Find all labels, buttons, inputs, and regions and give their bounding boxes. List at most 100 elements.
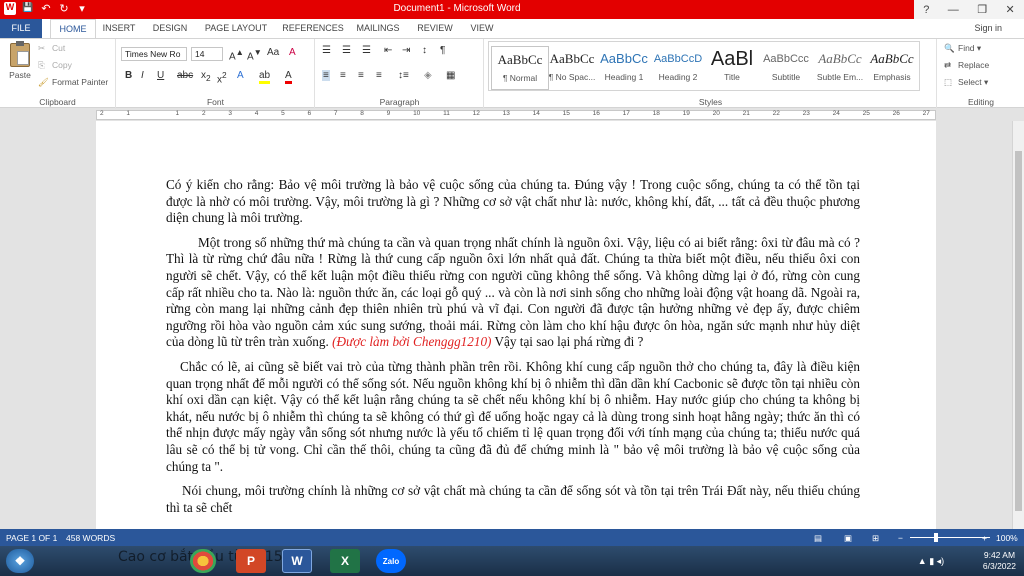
strikethrough-icon[interactable]: abc (177, 70, 193, 81)
web-layout-icon[interactable]: ⊞ (872, 533, 879, 544)
paragraph-1[interactable]: Có ý kiến cho rằng: Bảo vệ môi trường là… (166, 177, 860, 227)
print-layout-icon[interactable]: ▣ (844, 533, 852, 544)
italic-icon[interactable]: I (141, 70, 144, 81)
numbering-icon[interactable]: ☰ (342, 45, 351, 56)
replace-button[interactable]: ⇄ Replace (944, 60, 989, 71)
tab-home[interactable]: HOME (50, 19, 96, 38)
status-bar: PAGE 1 OF 1 458 WORDS ▤ ▣ ⊞ − + 100% (0, 529, 1024, 546)
zalo-icon[interactable]: Zalo (376, 549, 406, 573)
borders-icon[interactable]: ▦ (446, 70, 455, 81)
excel-icon[interactable]: X (330, 549, 360, 573)
scissors-icon: ✂ (38, 43, 46, 54)
sign-in-link[interactable]: Sign in (974, 23, 1002, 33)
start-button[interactable]: ❖ (6, 549, 34, 573)
change-case-icon[interactable]: Aa (267, 47, 279, 58)
font-group-label: Font (206, 97, 224, 107)
taskbar-clock[interactable]: 9:42 AM 6/3/2022 (983, 550, 1016, 572)
tab-review[interactable]: REVIEW (414, 19, 456, 38)
pilcrow-icon[interactable]: ¶ (440, 45, 445, 56)
multilevel-list-icon[interactable]: ☰ (362, 45, 371, 56)
font-size-box[interactable]: 14 (191, 47, 223, 61)
vertical-scrollbar[interactable] (1012, 121, 1024, 529)
tab-page-layout[interactable]: PAGE LAYOUT (200, 19, 272, 38)
style-emphasis[interactable]: AaBbCc Emphasis (863, 46, 921, 90)
style-heading-2[interactable]: AaBbCcD Heading 2 (649, 46, 707, 90)
paste-button[interactable]: Paste (6, 41, 34, 80)
ruler-number: 8 (360, 110, 364, 117)
style-name: Subtitle (771, 72, 801, 82)
clear-format-icon[interactable]: A (289, 47, 296, 58)
format-painter-button[interactable]: 🖌 Format Painter (38, 77, 108, 88)
increase-indent-icon[interactable]: ⇥ (402, 45, 410, 56)
editing-group-label: Editing (968, 97, 994, 107)
help-button[interactable]: ? (923, 4, 929, 16)
ruler-number: 18 (652, 110, 660, 117)
ruler-number: 22 (772, 110, 780, 117)
style-subtle-emphasis[interactable]: AaBbCc Subtle Em... (811, 46, 869, 90)
powerpoint-icon[interactable]: P (236, 549, 266, 573)
style-heading-1[interactable]: AaBbCc Heading 1 (595, 46, 653, 90)
clock-date: 6/3/2022 (982, 561, 1016, 571)
word-taskbar-icon[interactable]: W (282, 549, 312, 573)
cut-button[interactable]: ✂ Cut (38, 43, 65, 54)
highlight-icon[interactable]: ab (259, 70, 271, 84)
font-group: Times New Ro 14 A▲ A▼ Aa A B I U abc x2 … (117, 39, 315, 109)
tab-mailings[interactable]: MAILINGS (352, 19, 404, 38)
shading-icon[interactable]: ◈ (424, 70, 432, 81)
ruler-number: 25 (862, 110, 870, 117)
minimize-button[interactable]: — (948, 4, 959, 16)
style-no-spacing[interactable]: AaBbCc ¶ No Spac... (543, 46, 601, 90)
tab-file[interactable]: FILE (0, 19, 42, 38)
font-color-icon[interactable]: A (285, 70, 292, 84)
paragraph-3[interactable]: Chắc có lẽ, ai cũng sẽ biết vai trò của … (166, 359, 860, 475)
underline-icon[interactable]: U (157, 70, 164, 81)
tab-view[interactable]: VIEW (464, 19, 500, 38)
window-title: Document1 - Microsoft Word (393, 3, 521, 14)
document-body[interactable]: Có ý kiến cho rằng: Bảo vệ môi trường là… (166, 177, 860, 524)
clipboard-group-label: Clipboard (39, 97, 76, 107)
scrollbar-thumb[interactable] (1015, 151, 1022, 511)
ruler-number: 17 (622, 110, 630, 117)
horizontal-ruler[interactable]: 2 1 1 2 3 4 5 6 7 8 9 10 11 12 13 14 15 16 17 18 19 20 21 22 23 2… (0, 109, 1024, 121)
zoom-slider[interactable] (910, 537, 990, 538)
copy-button[interactable]: ⎘ Copy (38, 60, 72, 71)
style-title[interactable]: AaBl Title (703, 46, 761, 90)
zoom-out-icon[interactable]: − (898, 533, 903, 543)
tab-design[interactable]: DESIGN (148, 19, 192, 38)
zoom-in-icon[interactable]: + (982, 533, 987, 543)
align-right-icon[interactable]: ≡ (358, 70, 364, 81)
grow-font-icon[interactable]: A▲ (229, 47, 244, 62)
ruler-number: 1 (175, 110, 180, 117)
style-subtitle[interactable]: AaBbCcc Subtitle (757, 46, 815, 90)
zoom-slider-thumb[interactable] (934, 533, 938, 542)
font-name-box[interactable]: Times New Ro (121, 47, 187, 61)
sort-icon[interactable]: ↕ (422, 45, 427, 56)
justify-icon[interactable]: ≡ (376, 70, 382, 81)
style-normal[interactable]: AaBbCc ¶ Normal (491, 46, 549, 90)
tab-insert[interactable]: INSERT (98, 19, 140, 38)
word-count[interactable]: 458 WORDS (66, 533, 115, 543)
chrome-icon[interactable] (190, 549, 216, 573)
restore-button[interactable]: ❐ (977, 3, 987, 16)
paragraph-2[interactable]: Một trong số những thứ mà chúng ta cần v… (166, 235, 860, 351)
decrease-indent-icon[interactable]: ⇤ (384, 45, 392, 56)
align-center-icon[interactable]: ≡ (340, 70, 346, 81)
shrink-font-icon[interactable]: A▼ (247, 47, 262, 62)
system-tray[interactable]: ▲ ▮ ◂) (896, 549, 966, 573)
read-mode-icon[interactable]: ▤ (814, 533, 822, 544)
text-effects-icon[interactable]: A (237, 70, 244, 81)
bullets-icon[interactable]: ☰ (322, 45, 331, 56)
bold-icon[interactable]: B (125, 70, 132, 81)
align-left-icon[interactable]: ≡ (322, 70, 330, 81)
superscript-icon[interactable]: x2 (217, 70, 227, 85)
document-page[interactable]: Có ý kiến cho rằng: Bảo vệ môi trường là… (96, 121, 936, 529)
page-count[interactable]: PAGE 1 OF 1 (6, 533, 57, 543)
paragraph-4[interactable]: Nói chung, môi trường chính là những cơ … (166, 483, 860, 516)
subscript-icon[interactable]: x2 (201, 70, 211, 83)
close-button[interactable]: ✕ (1006, 3, 1015, 16)
zoom-level[interactable]: 100% (996, 533, 1018, 543)
line-spacing-icon[interactable]: ↕≡ (398, 70, 409, 81)
select-button[interactable]: ⬚ Select ▾ (944, 77, 988, 88)
tab-references[interactable]: REFERENCES (280, 19, 346, 38)
find-button[interactable]: 🔍 Find ▾ (944, 43, 981, 54)
